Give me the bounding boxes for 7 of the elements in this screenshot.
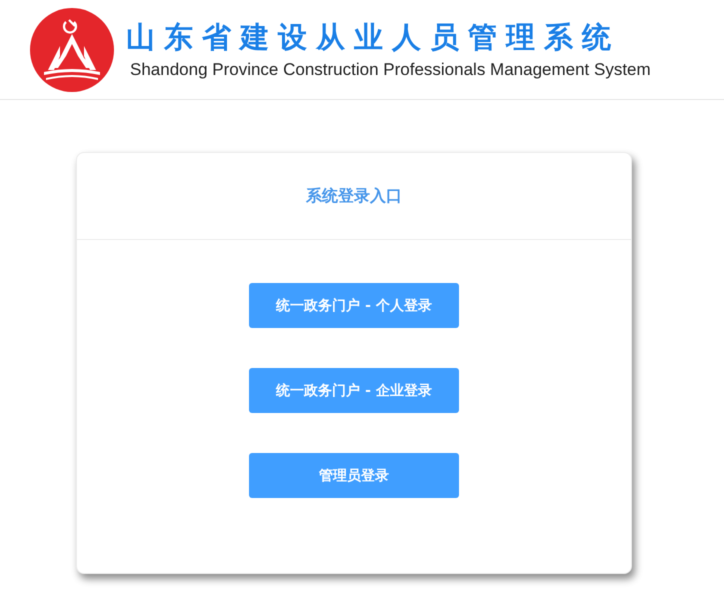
system-title: 山东省建设从业人员管理系统 [126, 18, 621, 54]
logo-icon [30, 8, 114, 92]
card-title: 系统登录入口 [306, 186, 402, 206]
login-button[interactable]: 统一政务门户 - 企业登录 [249, 368, 459, 413]
system-subtitle: Shandong Province Construction Professionals Management System [130, 58, 651, 80]
login-button[interactable]: 管理员登录 [249, 453, 459, 498]
login-button[interactable]: 统一政务门户 - 个人登录 [249, 283, 459, 328]
